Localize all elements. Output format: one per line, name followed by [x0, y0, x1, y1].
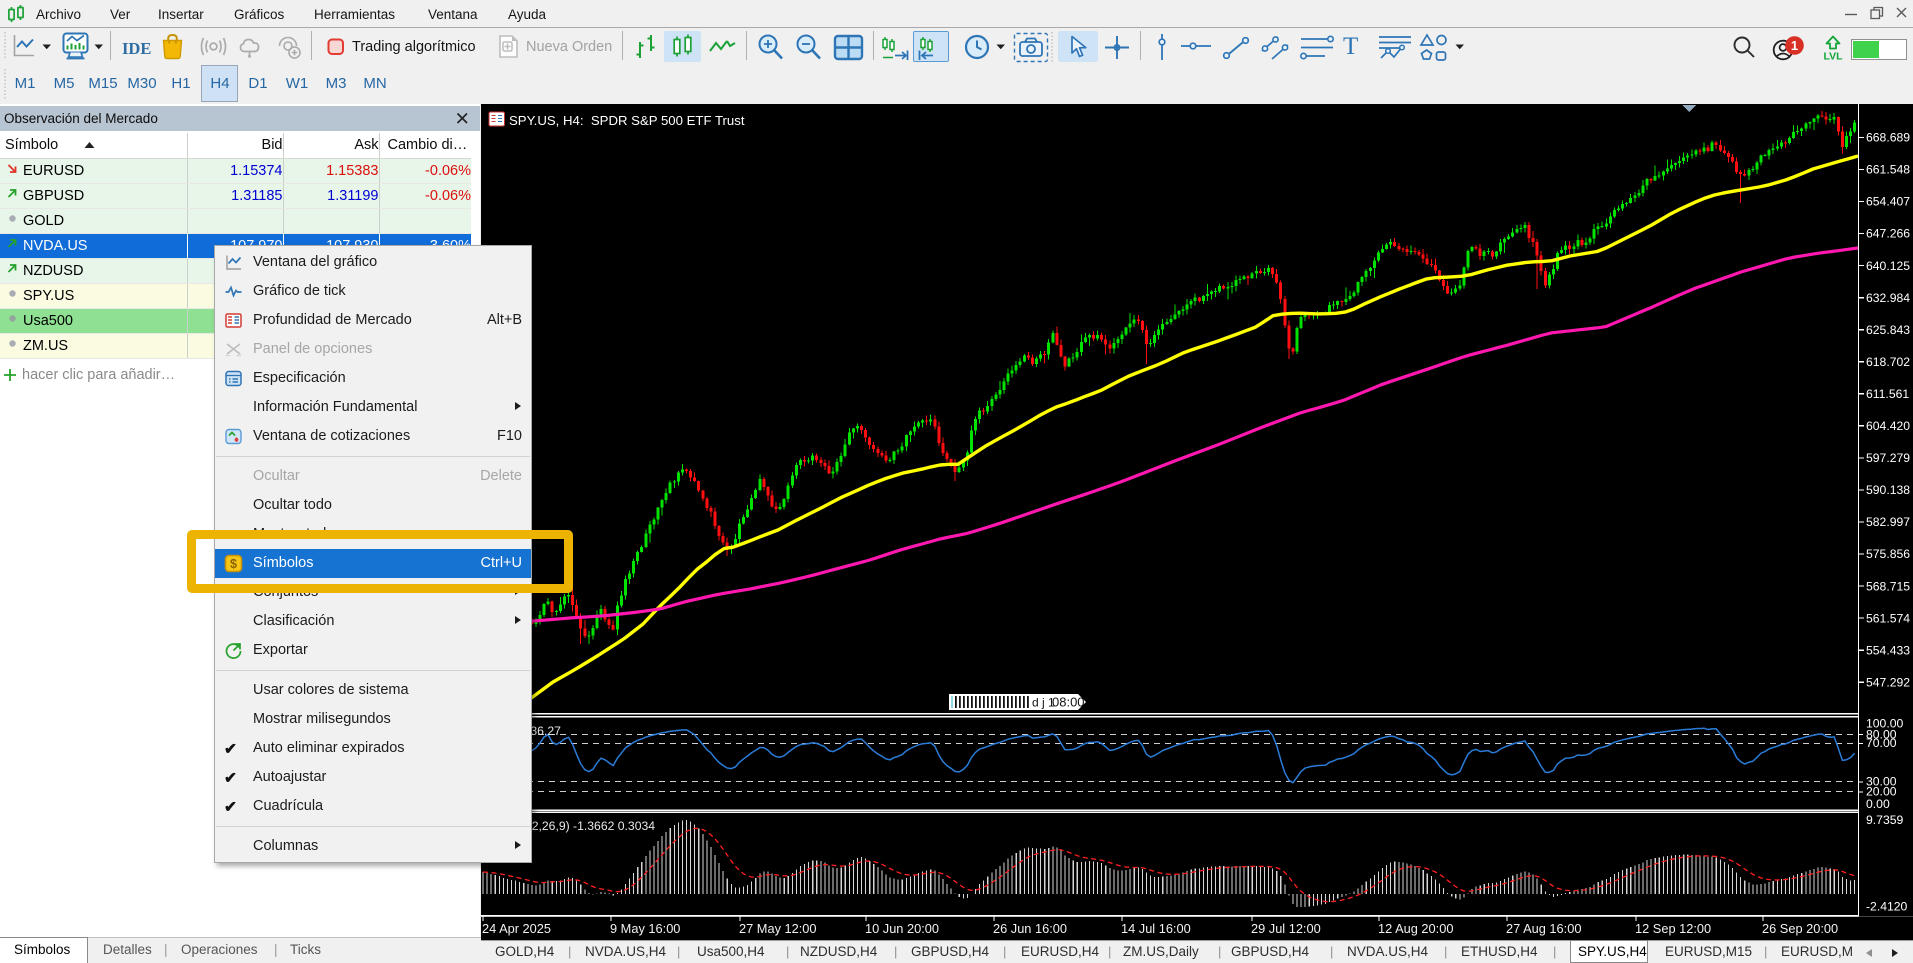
svg-text:661.548: 661.548	[1866, 163, 1910, 177]
svg-text:654.407: 654.407	[1866, 195, 1910, 209]
svg-text:597.279: 597.279	[1866, 451, 1910, 465]
svg-text:24 Apr 2025: 24 Apr 2025	[482, 921, 551, 936]
svg-text:SPY.US, H4: SPDR S&P 500 ETF: SPY.US, H4: SPDR S&P 500 ETF Trust	[509, 113, 745, 128]
svg-text:1: 1	[1791, 38, 1798, 53]
svg-text:26 Sep 20:00: 26 Sep 20:00	[1762, 921, 1838, 936]
svg-text:9 May 16:00: 9 May 16:00	[610, 921, 680, 936]
svg-text:618.702: 618.702	[1866, 355, 1910, 369]
svg-text:625.843: 625.843	[1866, 323, 1910, 337]
svg-text:29 Jul 12:00: 29 Jul 12:00	[1251, 921, 1321, 936]
svg-text:575.856: 575.856	[1866, 547, 1910, 561]
svg-text:14 Jul 16:00: 14 Jul 16:00	[1121, 921, 1191, 936]
svg-text:590.138: 590.138	[1866, 483, 1910, 497]
svg-text:12 Sep 12:00: 12 Sep 12:00	[1635, 921, 1711, 936]
svg-text:9.7359: 9.7359	[1866, 813, 1903, 827]
svg-text:668.689: 668.689	[1866, 131, 1910, 145]
svg-text:547.292: 547.292	[1866, 675, 1910, 689]
svg-text:10 Jun 20:00: 10 Jun 20:00	[865, 921, 939, 936]
svg-text:27 May 12:00: 27 May 12:00	[739, 921, 817, 936]
svg-text:70.00: 70.00	[1866, 736, 1897, 750]
svg-text:12 Aug 20:00: 12 Aug 20:00	[1378, 921, 1453, 936]
svg-text:08:00: 08:00	[1052, 695, 1085, 710]
svg-text:27 Aug 16:00: 27 Aug 16:00	[1506, 921, 1581, 936]
svg-text:561.574: 561.574	[1866, 611, 1910, 625]
svg-text:26 Jun 16:00: 26 Jun 16:00	[993, 921, 1067, 936]
svg-text:647.266: 647.266	[1866, 227, 1910, 241]
svg-text:640.125: 640.125	[1866, 259, 1910, 273]
svg-text:0.00: 0.00	[1866, 797, 1890, 811]
svg-text:632.984: 632.984	[1866, 291, 1910, 305]
svg-text:-2.4120: -2.4120	[1866, 900, 1908, 914]
svg-text:582.997: 582.997	[1866, 515, 1910, 529]
svg-text:611.561: 611.561	[1866, 387, 1909, 401]
svg-text:568.715: 568.715	[1866, 579, 1910, 593]
svg-text:LVL: LVL	[1823, 51, 1843, 62]
svg-text:554.433: 554.433	[1866, 643, 1910, 657]
svg-text:604.420: 604.420	[1866, 419, 1910, 433]
